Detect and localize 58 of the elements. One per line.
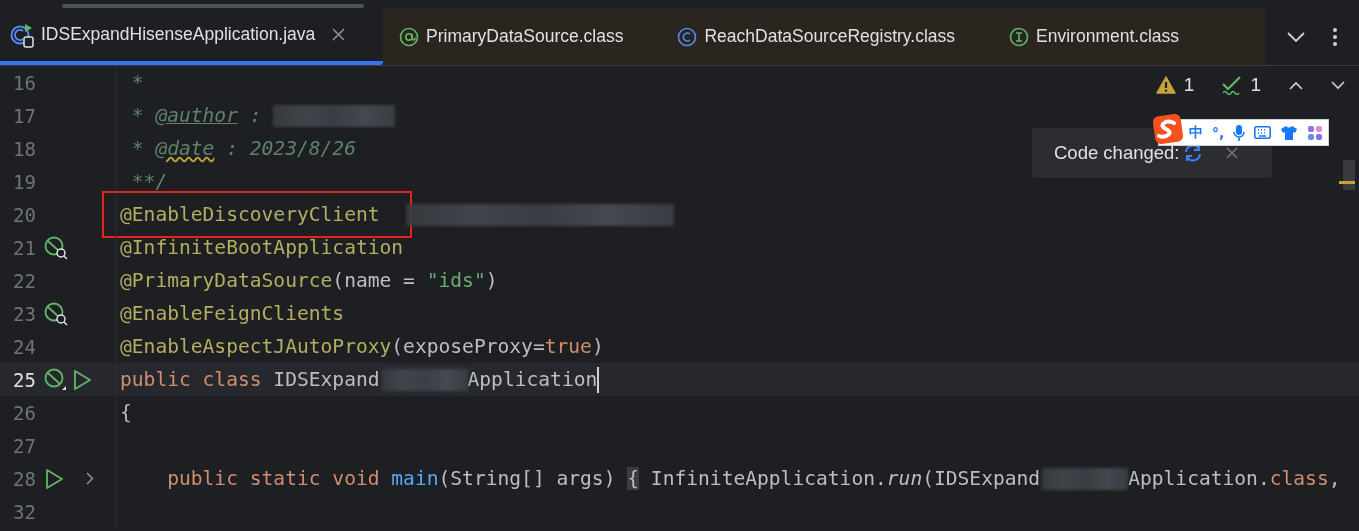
close-icon[interactable] bbox=[1225, 147, 1238, 159]
line-number: 16 bbox=[12, 71, 36, 94]
chevron-down-icon[interactable] bbox=[1331, 80, 1345, 90]
ime-punctuation-toggle[interactable]: °, bbox=[1212, 124, 1225, 141]
code-text: public static void main(String[] args) { InfiniteApplication.run(IDSExpand bbox=[166, 467, 1041, 490]
bean-search-icon[interactable] bbox=[44, 301, 68, 326]
code-text: **/ bbox=[130, 170, 168, 193]
class-icon bbox=[677, 26, 698, 47]
code-text: @PrimaryDataSource(name = "ids") bbox=[120, 269, 498, 292]
line-number: 32 bbox=[12, 500, 36, 523]
at-sign-icon bbox=[399, 26, 419, 47]
class-run-icon bbox=[10, 21, 34, 48]
code-text: @InfiniteBootApplication bbox=[120, 236, 404, 259]
code-text: * bbox=[130, 71, 144, 94]
microphone-icon[interactable] bbox=[1233, 123, 1246, 142]
highlight-frame: @EnableDiscoveryClient bbox=[102, 191, 412, 238]
line-number: 27 bbox=[12, 434, 36, 457]
code-text: { bbox=[120, 401, 132, 424]
code-text: @EnableAspectJAutoProxy(exposeProxy=true) bbox=[120, 335, 604, 358]
editor-tab[interactable]: IDSExpandHisenseApplication.java bbox=[0, 8, 383, 65]
run-icon[interactable] bbox=[44, 467, 64, 490]
line-number: 17 bbox=[12, 104, 36, 127]
code-text: @EnableFeignClients bbox=[120, 302, 345, 325]
apps-icon[interactable] bbox=[1307, 124, 1324, 141]
warning-count: 1 bbox=[1183, 74, 1195, 96]
scrollbar-thumb[interactable] bbox=[62, 4, 364, 8]
code-text: Application.class, bbox=[1128, 467, 1341, 490]
code-text: Application bbox=[467, 368, 598, 391]
line-number: 18 bbox=[12, 137, 36, 160]
more-icon[interactable] bbox=[1333, 27, 1337, 46]
line-number: 25 bbox=[12, 368, 36, 391]
bean-icon[interactable] bbox=[44, 367, 68, 392]
line-number: 21 bbox=[12, 236, 36, 259]
line-number: 19 bbox=[12, 170, 36, 193]
warning-icon[interactable] bbox=[1155, 76, 1176, 94]
text-cursor bbox=[597, 366, 600, 393]
line-number: 23 bbox=[12, 302, 36, 325]
ime-logo-icon[interactable] bbox=[1153, 114, 1183, 144]
check-icon[interactable] bbox=[1222, 75, 1243, 95]
interface-icon bbox=[1009, 26, 1030, 47]
keyboard-icon[interactable] bbox=[1254, 126, 1272, 139]
line-number: 20 bbox=[12, 203, 36, 226]
line-number: 26 bbox=[12, 401, 36, 424]
bean-search-icon[interactable] bbox=[44, 235, 68, 260]
chevron-down-icon[interactable] bbox=[1287, 31, 1305, 42]
passed-count: 1 bbox=[1250, 74, 1261, 96]
line-number: 24 bbox=[12, 335, 36, 358]
run-icon[interactable] bbox=[72, 368, 92, 391]
line-number: 22 bbox=[12, 269, 36, 292]
shirt-icon[interactable] bbox=[1280, 124, 1299, 141]
fold-chevron-icon[interactable] bbox=[86, 472, 94, 485]
ime-mode-toggle[interactable]: 中 bbox=[1189, 123, 1203, 142]
notification-text: Code changed: bbox=[1054, 142, 1180, 164]
chevron-up-icon[interactable] bbox=[1289, 80, 1303, 90]
code-text: * @author : bbox=[130, 104, 263, 127]
code-text: public class IDSExpand bbox=[120, 368, 380, 391]
line-number: 28 bbox=[12, 467, 36, 490]
code-text: * @date : 2023/8/26 bbox=[130, 137, 356, 160]
